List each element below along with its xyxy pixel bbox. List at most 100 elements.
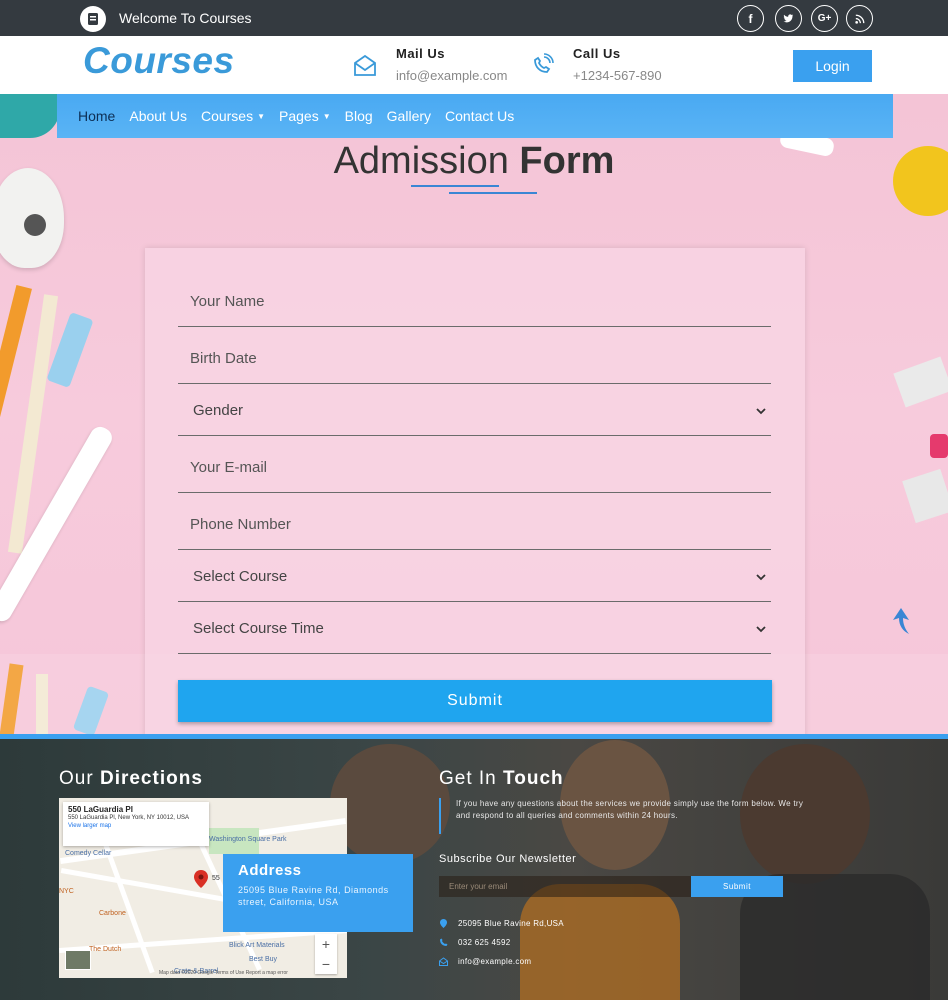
newsletter-email-input[interactable] [439, 876, 691, 897]
mail-us-value: info@example.com [396, 68, 508, 83]
welcome-text: Welcome To Courses [119, 10, 252, 26]
map-label: Carbone [99, 910, 126, 917]
site-header: Courses Mail Us info@example.com Call Us… [0, 36, 948, 94]
map-label: Best Buy [249, 956, 278, 963]
site-logo[interactable]: Courses [83, 40, 235, 82]
get-in-touch-title: Get In Touch [439, 768, 564, 790]
map-label: Blick Art Materials [229, 942, 285, 949]
get-in-touch-text: If you have any questions about the serv… [439, 798, 809, 834]
course-time-select-value: Select Course Time [193, 620, 324, 637]
phone-field-wrapper [178, 500, 771, 550]
newsletter-submit-button[interactable]: Submit [691, 876, 783, 897]
envelope-icon [439, 957, 448, 966]
directions-title-bold: Directions [99, 768, 203, 789]
nav-item-courses-label: Courses [200, 108, 254, 124]
decor-sharpener-hole [24, 214, 46, 236]
course-select[interactable]: Select Course [178, 552, 771, 602]
photo-person-1-image [330, 744, 450, 864]
name-input[interactable] [178, 277, 771, 326]
get-in-touch-title-bold: Touch [503, 768, 564, 789]
gender-select[interactable]: Gender [178, 386, 771, 436]
directions-title: Our Directions [59, 768, 203, 790]
course-select-value: Select Course [193, 568, 288, 585]
chevron-down-icon [756, 407, 766, 414]
call-us-title: Call Us [573, 46, 621, 61]
address-text: 25095 Blue Ravine Rd, Diamonds street, C… [238, 885, 389, 907]
nav-item-contact-us[interactable]: Contact Us [445, 108, 514, 124]
map-label: The Dutch [89, 946, 122, 953]
login-button[interactable]: Login [793, 50, 872, 82]
mail-us-block: Mail Us info@example.com [352, 46, 532, 94]
newsletter-title: Subscribe Our Newsletter [439, 853, 577, 865]
zoom-out-icon[interactable]: − [322, 957, 330, 971]
footer-phone-line: 032 625 4592 [439, 938, 511, 947]
photo-sweater-image [520, 884, 680, 1000]
footer-accent-line [0, 734, 948, 739]
map-label: Washington Square Park [209, 836, 287, 843]
admission-form-card: Gender Select Course Select Course Time [145, 248, 805, 734]
nav-item-blog-label: Blog [344, 108, 373, 124]
map-satellite-toggle[interactable] [65, 950, 91, 970]
address-box: Address 25095 Blue Ravine Rd, Diamonds s… [223, 854, 413, 932]
footer-address-text: 25095 Blue Ravine Rd,USA [458, 919, 564, 928]
map-credit: Map data ©2020 Google Terms of Use Repor… [159, 970, 288, 976]
phone-icon [440, 938, 448, 946]
caret-down-icon: ▼ [257, 111, 266, 121]
view-larger-map-link[interactable]: View larger map [68, 823, 204, 829]
map-pin-icon[interactable] [194, 870, 208, 888]
footer-email-line: info@example.com [439, 957, 531, 966]
directions-title-light: Our [59, 768, 94, 789]
twitter-icon[interactable] [775, 5, 802, 32]
page-title: Admission Form [0, 140, 948, 183]
site-footer: Our Directions Washington Square Park Co… [0, 734, 948, 1000]
mail-us-title: Mail Us [396, 46, 446, 61]
chevron-down-icon [756, 625, 766, 632]
map-zoom-control: + − [315, 934, 337, 974]
scroll-to-top-icon[interactable] [889, 606, 913, 636]
nav-item-pages-label: Pages [279, 108, 319, 124]
get-in-touch-title-light: Get In [439, 768, 497, 789]
nav-item-gallery[interactable]: Gallery [387, 108, 431, 124]
map-place-title: 550 LaGuardia Pl [68, 805, 133, 814]
birth-date-field-wrapper [178, 334, 771, 384]
nav-item-gallery-label: Gallery [386, 108, 432, 124]
nav-item-about-us[interactable]: About Us [129, 108, 187, 124]
chevron-down-icon [756, 573, 766, 580]
book-icon [80, 6, 106, 32]
phone-input[interactable] [178, 500, 771, 549]
location-pin-icon [440, 919, 447, 928]
rss-icon[interactable] [846, 5, 873, 32]
top-bar: Welcome To Courses f G+ [0, 0, 948, 36]
nav-item-contact-us-label: Contact Us [445, 108, 515, 124]
address-title: Address [238, 862, 302, 879]
decor-binder-clip-image-2 [902, 468, 948, 524]
page-title-bold: Form [519, 140, 615, 182]
email-input[interactable] [178, 443, 771, 492]
decor-clip-image [930, 434, 948, 458]
birth-date-input[interactable] [178, 334, 771, 383]
name-field-wrapper [178, 277, 771, 327]
call-us-value: +1234-567-890 [573, 68, 662, 83]
nav-item-blog[interactable]: Blog [345, 108, 373, 124]
facebook-icon[interactable]: f [737, 5, 764, 32]
map-pin-label: 55 [212, 875, 220, 882]
zoom-in-icon[interactable]: + [322, 937, 330, 951]
admission-hero: Home About Us Courses ▼ Pages ▼ Blog Galle… [0, 94, 948, 734]
envelope-icon [354, 54, 376, 76]
title-underline [411, 185, 499, 187]
nav-item-pages[interactable]: Pages ▼ [279, 108, 331, 124]
nav-item-home[interactable]: Home [78, 108, 115, 124]
submit-button[interactable]: Submit [178, 680, 772, 722]
course-time-select[interactable]: Select Course Time [178, 604, 771, 654]
footer-phone-text: 032 625 4592 [458, 938, 511, 947]
caret-down-icon: ▼ [322, 111, 331, 121]
map-label: Comedy Cellar [65, 850, 112, 857]
decor-binder-clip-image [893, 356, 948, 408]
gender-select-value: Gender [193, 402, 244, 419]
footer-email-text[interactable]: info@example.com [458, 957, 531, 966]
map-place-address: 550 LaGuardia Pl, New York, NY 10012, US… [68, 815, 189, 821]
email-field-wrapper [178, 443, 771, 493]
google-plus-icon[interactable]: G+ [811, 5, 838, 32]
phone-icon [534, 53, 554, 73]
nav-item-courses[interactable]: Courses ▼ [201, 108, 265, 124]
